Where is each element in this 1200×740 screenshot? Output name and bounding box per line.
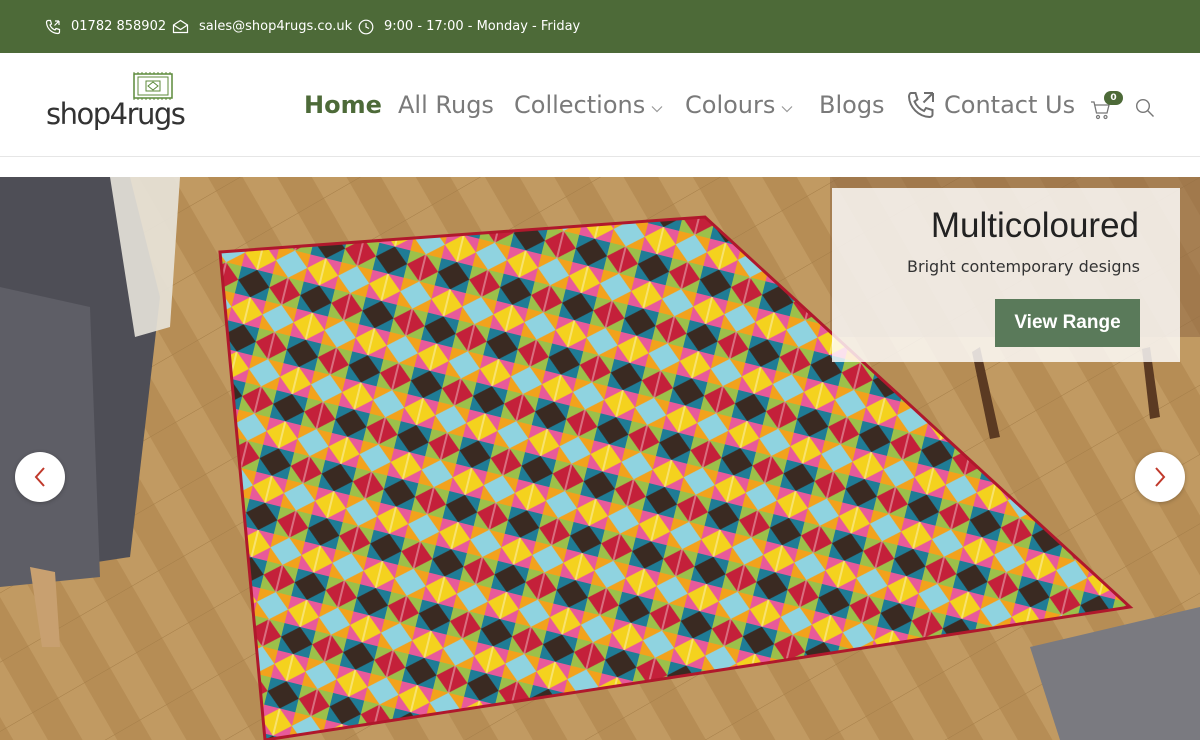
nav-colours-label: Colours bbox=[685, 91, 776, 119]
topbar-hours: 9:00 - 17:00 - Monday - Friday bbox=[358, 0, 580, 53]
nav-collections[interactable]: Collections bbox=[514, 53, 663, 157]
envelope-icon bbox=[172, 19, 189, 34]
phone-icon bbox=[45, 19, 61, 34]
topbar-email-text: sales@shop4rugs.co.uk bbox=[199, 19, 353, 34]
top-contact-bar: 01782 858902 sales@shop4rugs.co.uk 9:00 … bbox=[0, 0, 1200, 53]
nav-home-label: Home bbox=[304, 91, 382, 119]
topbar-phone[interactable]: 01782 858902 bbox=[45, 0, 166, 53]
nav-contact-us[interactable]: Contact Us bbox=[906, 53, 1075, 157]
nav-home[interactable]: Home bbox=[304, 53, 382, 157]
nav-collections-label: Collections bbox=[514, 91, 646, 119]
cart-button[interactable]: 0 bbox=[1090, 91, 1124, 121]
clock-icon bbox=[358, 19, 374, 34]
hero-title: Multicoloured bbox=[930, 206, 1139, 245]
topbar-phone-text: 01782 858902 bbox=[71, 19, 167, 34]
chevron-down-icon bbox=[781, 91, 793, 119]
site-logo[interactable]: shop4rugs bbox=[46, 71, 191, 141]
topbar-hours-text: 9:00 - 17:00 - Monday - Friday bbox=[384, 19, 581, 34]
view-range-button[interactable]: View Range bbox=[995, 299, 1140, 347]
nav-contact-us-label: Contact Us bbox=[944, 91, 1076, 119]
nav-blogs[interactable]: Blogs bbox=[819, 53, 885, 157]
phone-call-icon bbox=[907, 92, 934, 119]
nav-colours[interactable]: Colours bbox=[685, 53, 793, 157]
topbar-email[interactable]: sales@shop4rugs.co.uk bbox=[172, 0, 352, 53]
slider-next-button[interactable] bbox=[1135, 452, 1185, 502]
chevron-right-icon bbox=[1155, 467, 1166, 487]
cart-count-badge: 0 bbox=[1104, 91, 1123, 105]
search-icon bbox=[1135, 98, 1154, 117]
slider-prev-button[interactable] bbox=[15, 452, 65, 502]
hero-subtitle: Bright contemporary designs bbox=[907, 257, 1140, 276]
chevron-down-icon bbox=[651, 91, 663, 119]
search-button[interactable] bbox=[1135, 98, 1155, 122]
nav-all-rugs[interactable]: All Rugs bbox=[398, 53, 494, 157]
logo-text: shop4rugs bbox=[46, 97, 186, 131]
site-header: shop4rugs Home All Rugs Collections Colo… bbox=[0, 53, 1200, 157]
chevron-left-icon bbox=[34, 467, 45, 487]
nav-blogs-label: Blogs bbox=[819, 91, 885, 119]
hero-promo-card: Multicoloured Bright contemporary design… bbox=[832, 188, 1180, 362]
nav-all-rugs-label: All Rugs bbox=[398, 91, 494, 119]
